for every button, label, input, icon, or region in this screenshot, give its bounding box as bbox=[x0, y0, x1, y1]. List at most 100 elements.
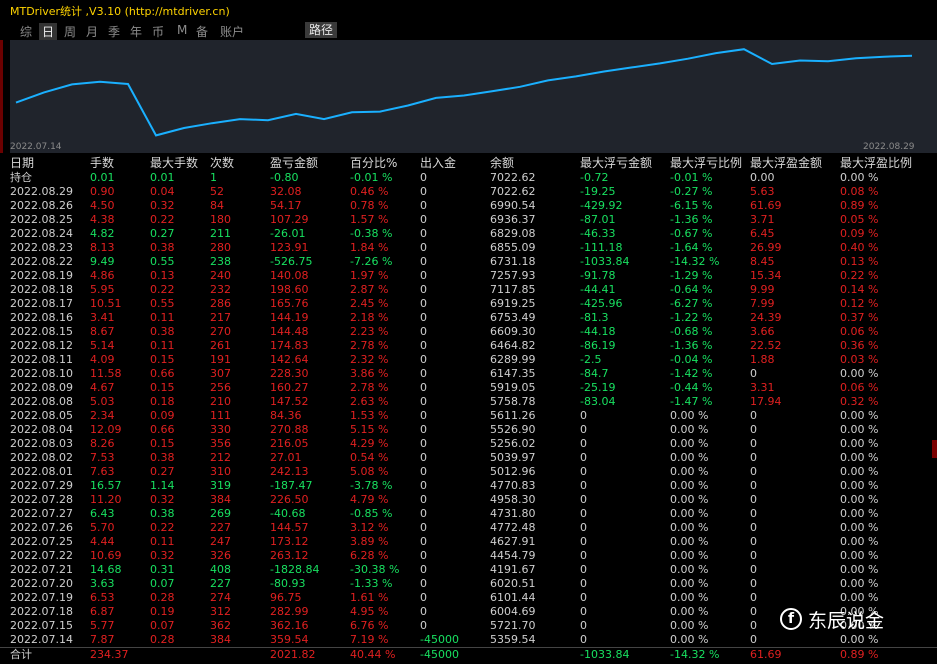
cell-max-dd_pct: -6.15 % bbox=[670, 199, 713, 212]
tab-1[interactable]: 日 bbox=[39, 23, 58, 40]
table-row[interactable]: 2022.08.19 4.86 0.13 240 140.08 1.97 % 0 7257.9… bbox=[0, 269, 937, 283]
cell-max-dd_pct: -0.44 % bbox=[670, 381, 713, 394]
cell-pnl: -0.80 bbox=[270, 171, 299, 184]
cell-max-fp: 1.88 bbox=[750, 353, 775, 366]
table-row[interactable]: 2022.07.20 3.63 0.07 227 -80.93 -1.33 % 0 6020.… bbox=[0, 577, 937, 591]
column-header[interactable]: 日期 bbox=[10, 155, 34, 171]
table-row[interactable]: 2022.08.22 9.49 0.55 238 -526.75 -7.26 % 0 6731… bbox=[0, 255, 937, 269]
column-header[interactable]: 手数 bbox=[90, 155, 114, 171]
cell-balance: 4627.91 bbox=[490, 535, 536, 548]
scrollbar-marker[interactable] bbox=[932, 440, 937, 458]
cell-flow: 0 bbox=[420, 227, 427, 240]
cell-date: 2022.08.29 bbox=[10, 185, 73, 198]
tab-5[interactable]: 年 bbox=[130, 23, 142, 40]
table-row[interactable]: 2022.08.03 8.26 0.15 356 216.05 4.29 % 0 5256.0… bbox=[0, 437, 937, 451]
column-header[interactable]: 最大浮亏金额 bbox=[580, 155, 652, 171]
cell-count: 356 bbox=[210, 437, 231, 450]
path-button[interactable]: 路径 bbox=[305, 22, 337, 38]
table-row[interactable]: 2022.08.16 3.41 0.11 217 144.19 2.18 % 0 6753.4… bbox=[0, 311, 937, 325]
table-row[interactable]: 2022.08.24 4.82 0.27 211 -26.01 -0.38 % 0 6829.… bbox=[0, 227, 937, 241]
cell-max-fp_pct: 0.89 % bbox=[840, 648, 879, 661]
cell-pnl: 27.01 bbox=[270, 451, 302, 464]
table-row[interactable]: 2022.07.19 6.53 0.28 274 96.75 1.61 % 0 6101.44… bbox=[0, 591, 937, 605]
tab-2[interactable]: 周 bbox=[64, 23, 76, 40]
cell-max-dd_pct: -14.32 % bbox=[670, 648, 720, 661]
cell-date: 2022.07.29 bbox=[10, 479, 73, 492]
cell-pct: -3.78 % bbox=[350, 479, 393, 492]
tab-0[interactable]: 综 bbox=[20, 23, 32, 40]
cell-count: 384 bbox=[210, 493, 231, 506]
tab-9[interactable]: 账户 bbox=[220, 23, 244, 40]
table-row[interactable]: 2022.07.27 6.43 0.38 269 -40.68 -0.85 % 0 4731.… bbox=[0, 507, 937, 521]
cell-date: 2022.07.28 bbox=[10, 493, 73, 506]
table-row[interactable]: 2022.08.26 4.50 0.32 84 54.17 0.78 % 0 6990.54 -… bbox=[0, 199, 937, 213]
cell-max-dd_pct: -1.36 % bbox=[670, 213, 713, 226]
cell-pnl: -1828.84 bbox=[270, 563, 320, 576]
table-row[interactable]: 2022.08.18 5.95 0.22 232 198.60 2.87 % 0 7117.8… bbox=[0, 283, 937, 297]
table-row[interactable]: 2022.08.15 8.67 0.38 270 144.48 2.23 % 0 6609.3… bbox=[0, 325, 937, 339]
table-row[interactable]: 2022.08.11 4.09 0.15 191 142.64 2.32 % 0 6289.9… bbox=[0, 353, 937, 367]
column-header[interactable]: 最大浮盈比例 bbox=[840, 155, 912, 171]
balance-line bbox=[15, 48, 913, 137]
tab-6[interactable]: 币 bbox=[152, 23, 164, 40]
cell-date: 2022.07.14 bbox=[10, 633, 73, 646]
table-row[interactable]: 2022.08.05 2.34 0.09 111 84.36 1.53 % 0 5611.26… bbox=[0, 409, 937, 423]
cell-pnl: 142.64 bbox=[270, 353, 309, 366]
column-header[interactable]: 出入金 bbox=[420, 155, 456, 171]
table-row[interactable]: 2022.07.29 16.57 1.14 319 -187.47 -3.78 % 0 477… bbox=[0, 479, 937, 493]
table-row[interactable]: 2022.08.12 5.14 0.11 261 174.83 2.78 % 0 6464.8… bbox=[0, 339, 937, 353]
cell-count: 362 bbox=[210, 619, 231, 632]
cell-max-lots: 0.32 bbox=[150, 549, 175, 562]
cell-flow: 0 bbox=[420, 535, 427, 548]
column-header[interactable]: 百分比% bbox=[350, 155, 397, 171]
cell-max-fp: 0 bbox=[750, 591, 757, 604]
table-row[interactable]: 2022.08.04 12.09 0.66 330 270.88 5.15 % 0 5526.… bbox=[0, 423, 937, 437]
table-row[interactable]: 2022.07.26 5.70 0.22 227 144.57 3.12 % 0 4772.4… bbox=[0, 521, 937, 535]
cell-count: 384 bbox=[210, 633, 231, 646]
column-header[interactable]: 最大浮盈金额 bbox=[750, 155, 822, 171]
cell-date: 合计 bbox=[10, 648, 32, 661]
facebook-icon: f bbox=[780, 608, 802, 630]
table-row[interactable]: 持仓 0.01 0.01 1 -0.80 -0.01 % 0 7022.62 -0.72 -0.0… bbox=[0, 171, 937, 185]
tab-7[interactable]: M bbox=[177, 23, 187, 37]
cell-max-dd_pct: 0.00 % bbox=[670, 535, 709, 548]
table-row[interactable]: 2022.08.09 4.67 0.15 256 160.27 2.78 % 0 5919.0… bbox=[0, 381, 937, 395]
column-header[interactable]: 次数 bbox=[210, 155, 234, 171]
cell-max-fp_pct: 0.00 % bbox=[840, 171, 879, 184]
cell-balance: 5256.02 bbox=[490, 437, 536, 450]
cell-max-lots: 0.18 bbox=[150, 395, 175, 408]
cell-lots: 4.67 bbox=[90, 381, 115, 394]
table-row[interactable]: 2022.08.10 11.58 0.66 307 228.30 3.86 % 0 6147.… bbox=[0, 367, 937, 381]
table-row[interactable]: 2022.08.02 7.53 0.38 212 27.01 0.54 % 0 5039.97… bbox=[0, 451, 937, 465]
cell-flow: 0 bbox=[420, 549, 427, 562]
table-row[interactable]: 2022.07.25 4.44 0.11 247 173.12 3.89 % 0 4627.9… bbox=[0, 535, 937, 549]
cell-balance: 4191.67 bbox=[490, 563, 536, 576]
tab-3[interactable]: 月 bbox=[86, 23, 98, 40]
table-row[interactable]: 合计 234.37 2021.82 40.44 % -45000 -1033.84 -14.… bbox=[0, 647, 937, 661]
column-header[interactable]: 最大手数 bbox=[150, 155, 198, 171]
column-header[interactable]: 盈亏金额 bbox=[270, 155, 318, 171]
column-header[interactable]: 最大浮亏比例 bbox=[670, 155, 742, 171]
cell-pct: 1.97 % bbox=[350, 269, 389, 282]
tab-8[interactable]: 备 bbox=[196, 23, 208, 40]
cell-max-fp: 0 bbox=[750, 521, 757, 534]
cell-max-fp_pct: 0.09 % bbox=[840, 227, 879, 240]
cell-pct: 0.78 % bbox=[350, 199, 389, 212]
table-row[interactable]: 2022.08.29 0.90 0.04 52 32.08 0.46 % 0 7022.62 -… bbox=[0, 185, 937, 199]
cell-max-lots: 0.66 bbox=[150, 423, 175, 436]
cell-pnl: -40.68 bbox=[270, 507, 306, 520]
table-header: 日期 手数 最大手数 次数 盈亏金额 百分比% 出入金 余额 最大浮亏金额 最大浮亏比例 最大浮盈金… bbox=[0, 155, 937, 171]
table-row[interactable]: 2022.07.21 14.68 0.31 408 -1828.84 -30.38 % 0 4… bbox=[0, 563, 937, 577]
tab-4[interactable]: 季 bbox=[108, 23, 120, 40]
table-row[interactable]: 2022.07.28 11.20 0.32 384 226.50 4.79 % 0 4958.… bbox=[0, 493, 937, 507]
cell-date: 2022.08.19 bbox=[10, 269, 73, 282]
cell-max-fp: 61.69 bbox=[750, 648, 782, 661]
column-header[interactable]: 余额 bbox=[490, 155, 514, 171]
table-row[interactable]: 2022.08.25 4.38 0.22 180 107.29 1.57 % 0 6936.3… bbox=[0, 213, 937, 227]
table-row[interactable]: 2022.08.01 7.63 0.27 310 242.13 5.08 % 0 5012.9… bbox=[0, 465, 937, 479]
table-row[interactable]: 2022.08.08 5.03 0.18 210 147.52 2.63 % 0 5758.7… bbox=[0, 395, 937, 409]
table-row[interactable]: 2022.07.22 10.69 0.32 326 263.12 6.28 % 0 4454.… bbox=[0, 549, 937, 563]
cell-lots: 7.53 bbox=[90, 451, 115, 464]
table-row[interactable]: 2022.08.23 8.13 0.38 280 123.91 1.84 % 0 6855.0… bbox=[0, 241, 937, 255]
table-row[interactable]: 2022.08.17 10.51 0.55 286 165.76 2.45 % 0 6919.… bbox=[0, 297, 937, 311]
